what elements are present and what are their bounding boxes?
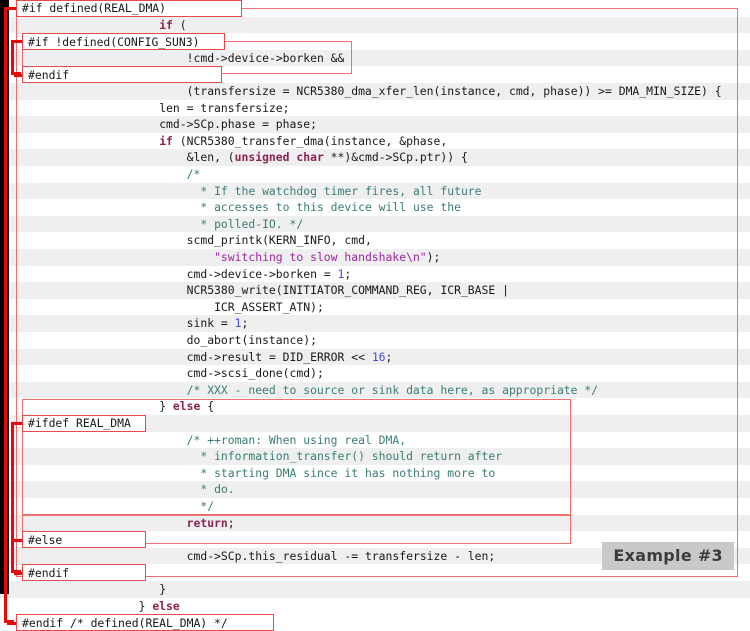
code-line: cmd->result = DID_ERROR << 16; <box>0 349 392 366</box>
code-line: */ <box>0 498 214 515</box>
chip-else-real-dma: #else <box>22 531 146 548</box>
code-line: do_abort(instance); <box>0 332 317 349</box>
code-line: } <box>0 581 166 598</box>
chip-ifdef-real-dma: #ifdef REAL_DMA <box>22 415 146 432</box>
code-line: * polled-IO. */ <box>0 216 303 233</box>
chip-if-config-sun3: #if !defined(CONFIG_SUN3) <box>22 33 225 50</box>
code-line: (transfersize = NCR5380_dma_xfer_len(ins… <box>0 83 722 100</box>
code-annotation-canvas: if ( !cmd->device->borken && (transfersize… <box>0 0 750 594</box>
code-line: ICR_ASSERT_ATN); <box>0 299 324 316</box>
code-line: sink = 1; <box>0 315 248 332</box>
code-line: if ( <box>0 17 187 34</box>
code-line: } else { <box>0 398 214 415</box>
code-line: * starting DMA since it has nothing more… <box>0 465 495 482</box>
chip-endif-outer: #endif /* defined(REAL_DMA) */ <box>16 614 274 631</box>
code-line: cmd->SCp.phase = phase; <box>0 116 317 133</box>
chip-endif-sun3: #endif <box>22 66 222 83</box>
code-line: /* <box>0 166 200 183</box>
code-line: if (NCR5380_transfer_dma(instance, &phas… <box>0 133 447 150</box>
code-line: len = transfersize; <box>0 100 290 117</box>
code-line: "switching to slow handshake\n"); <box>0 249 440 266</box>
code-line: scmd_printk(KERN_INFO, cmd, <box>0 232 372 249</box>
code-line: cmd->scsi_done(cmd); <box>0 365 324 382</box>
code-line: cmd->SCp.this_residual -= transfersize -… <box>0 548 495 565</box>
code-line: /* ++roman: When using real DMA, <box>0 432 406 449</box>
chip-if-real-dma: #if defined(REAL_DMA) <box>16 0 242 17</box>
code-line: * accesses to this device will use the <box>0 199 461 216</box>
code-line: /* XXX - need to source or sink data her… <box>0 382 598 399</box>
code-line: * do. <box>0 481 235 498</box>
code-line: &len, (unsigned char **)&cmd->SCp.ptr)) … <box>0 149 468 166</box>
code-line: * information_transfer() should return a… <box>0 448 502 465</box>
bracket-ifdef-real-dma <box>11 422 21 573</box>
code-line: !cmd->device->borken && <box>0 50 344 67</box>
code-line: } else <box>0 598 180 615</box>
code-line: NCR5380_write(INITIATOR_COMMAND_REG, ICR… <box>0 282 509 299</box>
source-code-text: if ( !cmd->device->borken && (transfersize… <box>0 0 750 594</box>
bracket-config-sun3 <box>11 40 21 75</box>
chip-endif-real-dma: #endif <box>22 564 146 581</box>
example-badge: Example #3 <box>602 542 734 570</box>
code-line: cmd->device->borken = 1; <box>0 266 351 283</box>
code-line: return; <box>0 515 235 532</box>
code-line: * If the watchdog timer fires, all futur… <box>0 183 482 200</box>
